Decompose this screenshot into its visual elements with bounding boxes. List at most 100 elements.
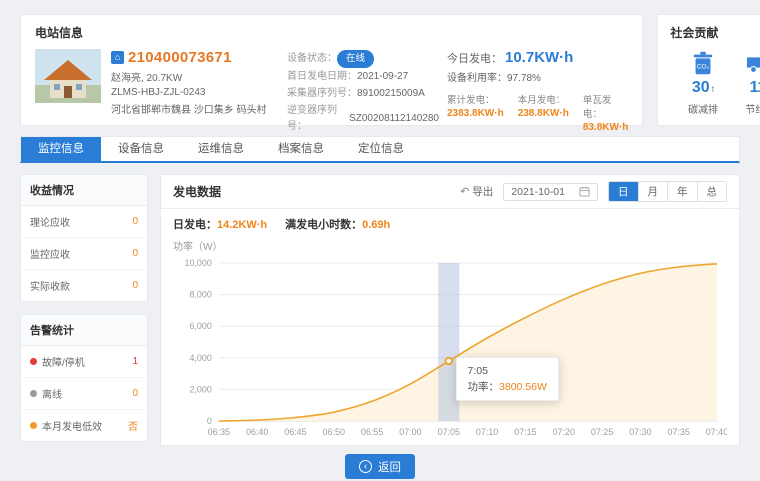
contribution-panel-title: 社会贡献: [670, 24, 760, 41]
income-row-theoretical: 理论应收 0: [21, 206, 147, 238]
fault-label: 故障/停机: [30, 354, 85, 369]
svg-text:CO₂: CO₂: [697, 64, 710, 71]
first-gen-date-value: 2021-09-27: [357, 69, 408, 85]
offline-value: 0: [132, 388, 138, 399]
svg-text:07:05: 07:05: [438, 427, 460, 437]
income-theoretical-value: 0: [132, 216, 138, 227]
power-chart-area[interactable]: 02,0004,0006,0008,00010,00006:3506:4006:…: [173, 255, 727, 441]
chart-tooltip: 7:05 功率：3800.56W: [456, 357, 559, 401]
back-button[interactable]: ‹ 返回: [345, 454, 415, 479]
svg-text:06:50: 06:50: [323, 427, 345, 437]
station-id-icon: ⌂: [111, 51, 124, 64]
month-gen-stat: 本月发电： 238.8KW·h: [518, 92, 569, 133]
export-icon: ↶: [460, 185, 469, 198]
y-axis-title: 功率（W）: [173, 238, 727, 253]
svg-text:06:45: 06:45: [284, 427, 306, 437]
co2-reduction-item: CO₂ 30t 碳减排: [674, 49, 731, 116]
svg-text:4,000: 4,000: [189, 353, 211, 363]
inverter-sn-label: 逆变器序列号：: [287, 103, 349, 135]
svg-text:07:35: 07:35: [667, 427, 689, 437]
tooltip-time: 7:05: [468, 363, 547, 379]
low-efficiency-value: 否: [128, 418, 138, 433]
svg-text:06:55: 06:55: [361, 427, 383, 437]
total-gen-stat: 累计发电： 2383.8KW·h: [447, 92, 504, 133]
income-actual-label: 实际收款: [30, 278, 70, 293]
svg-text:8,000: 8,000: [189, 290, 211, 300]
fault-dot-icon: [30, 358, 37, 365]
svg-text:07:20: 07:20: [553, 427, 575, 437]
income-actual-value: 0: [132, 280, 138, 291]
offline-label: 离线: [30, 386, 62, 401]
tab-location-info[interactable]: 定位信息: [341, 137, 421, 161]
full-hours-value: 0.69h: [362, 219, 390, 231]
alarm-row-offline: 离线 0: [21, 378, 147, 410]
income-panel-title: 收益情况: [21, 175, 147, 206]
date-picker[interactable]: 2021-10-01: [503, 183, 598, 201]
tab-operation-info[interactable]: 运维信息: [181, 137, 261, 161]
collector-sn-label: 采集器序列号：: [287, 86, 357, 102]
full-hours-label: 满发电小时数：: [285, 219, 362, 231]
income-panel: 收益情况 理论应收 0 监控应收 0 实际收款 0: [20, 174, 148, 302]
main-tabbar: 监控信息 设备信息 运维信息 档案信息 定位信息: [20, 136, 740, 163]
period-total[interactable]: 总: [697, 182, 727, 201]
calendar-icon: [579, 186, 590, 197]
income-theoretical-label: 理论应收: [30, 214, 70, 229]
day-gen-label: 日发电：: [173, 219, 217, 231]
svg-text:07:00: 07:00: [399, 427, 421, 437]
export-button[interactable]: ↶ 导出: [460, 184, 493, 199]
tab-monitor-info[interactable]: 监控信息: [21, 137, 101, 161]
dashboard-page: 电站信息 ⌂ 21040007367: [0, 0, 760, 479]
station-code: ZLMS-HBJ-ZJL-0243: [111, 87, 287, 98]
total-gen-value: 2383.8KW·h: [447, 108, 504, 119]
period-year[interactable]: 年: [667, 182, 697, 201]
income-monitored-value: 0: [132, 248, 138, 259]
fault-value: 1: [132, 356, 138, 367]
co2-icon: CO₂: [674, 49, 731, 79]
period-month[interactable]: 月: [638, 182, 668, 201]
house-photo-image: [35, 49, 101, 103]
station-address: 河北省邯郸市魏县 沙口集乡 码头村: [111, 101, 287, 116]
coal-saving-item: 11t 节约煤: [732, 49, 760, 116]
svg-text:07:10: 07:10: [476, 427, 498, 437]
month-gen-label: 本月发电：: [518, 92, 569, 106]
per-watt-gen-label: 单瓦发电：: [583, 92, 629, 120]
power-data-panel: 发电数据 ↶ 导出 2021-10-01: [160, 174, 740, 446]
device-status-label: 设备状态：: [287, 51, 337, 67]
coal-truck-icon: [732, 49, 760, 79]
alarm-row-low-efficiency: 本月发电低效 否: [21, 410, 147, 441]
month-gen-value: 238.8KW·h: [518, 108, 569, 119]
tab-archive-info[interactable]: 档案信息: [261, 137, 341, 161]
tab-device-info[interactable]: 设备信息: [101, 137, 181, 161]
date-value: 2021-10-01: [511, 186, 565, 198]
period-day[interactable]: 日: [609, 182, 638, 201]
svg-text:07:25: 07:25: [591, 427, 613, 437]
station-photo[interactable]: [35, 49, 101, 103]
alarm-panel: 告警统计 故障/停机 1 离线 0 本月发电低效 否: [20, 314, 148, 442]
svg-text:0: 0: [207, 416, 212, 426]
first-gen-date-label: 首日发电日期：: [287, 69, 357, 85]
station-id: 210400073671: [128, 49, 232, 66]
day-gen-value: 14.2KW·h: [217, 219, 267, 231]
power-line-chart[interactable]: 02,0004,0006,0008,00010,00006:3506:4006:…: [173, 255, 727, 441]
today-gen-label: 今日发电：: [447, 50, 502, 66]
income-row-monitored: 监控应收 0: [21, 238, 147, 270]
social-contribution-panel: 社会贡献 CO₂ 30t 碳减排: [657, 14, 760, 126]
inverter-sn-value: SZ00208112140280: [349, 111, 439, 127]
alarm-row-fault: 故障/停机 1: [21, 346, 147, 378]
co2-label: 碳减排: [674, 101, 731, 116]
per-watt-gen-stat: 单瓦发电： 83.8KW·h: [583, 92, 629, 133]
utilization-label: 设备利用率：: [447, 73, 507, 84]
offline-dot-icon: [30, 390, 37, 397]
svg-text:06:40: 06:40: [246, 427, 268, 437]
svg-text:07:40: 07:40: [706, 427, 727, 437]
svg-text:06:35: 06:35: [208, 427, 230, 437]
utilization-value: 97.78%: [507, 73, 541, 84]
device-status-badge: 在线: [337, 50, 374, 68]
svg-text:6,000: 6,000: [189, 321, 211, 331]
svg-text:07:30: 07:30: [629, 427, 651, 437]
coal-value: 11t: [732, 79, 760, 99]
svg-text:2,000: 2,000: [189, 384, 211, 394]
collector-sn-value: 89100215009A: [357, 86, 425, 102]
station-info-panel: 电站信息 ⌂ 21040007367: [20, 14, 643, 126]
svg-text:07:15: 07:15: [514, 427, 536, 437]
